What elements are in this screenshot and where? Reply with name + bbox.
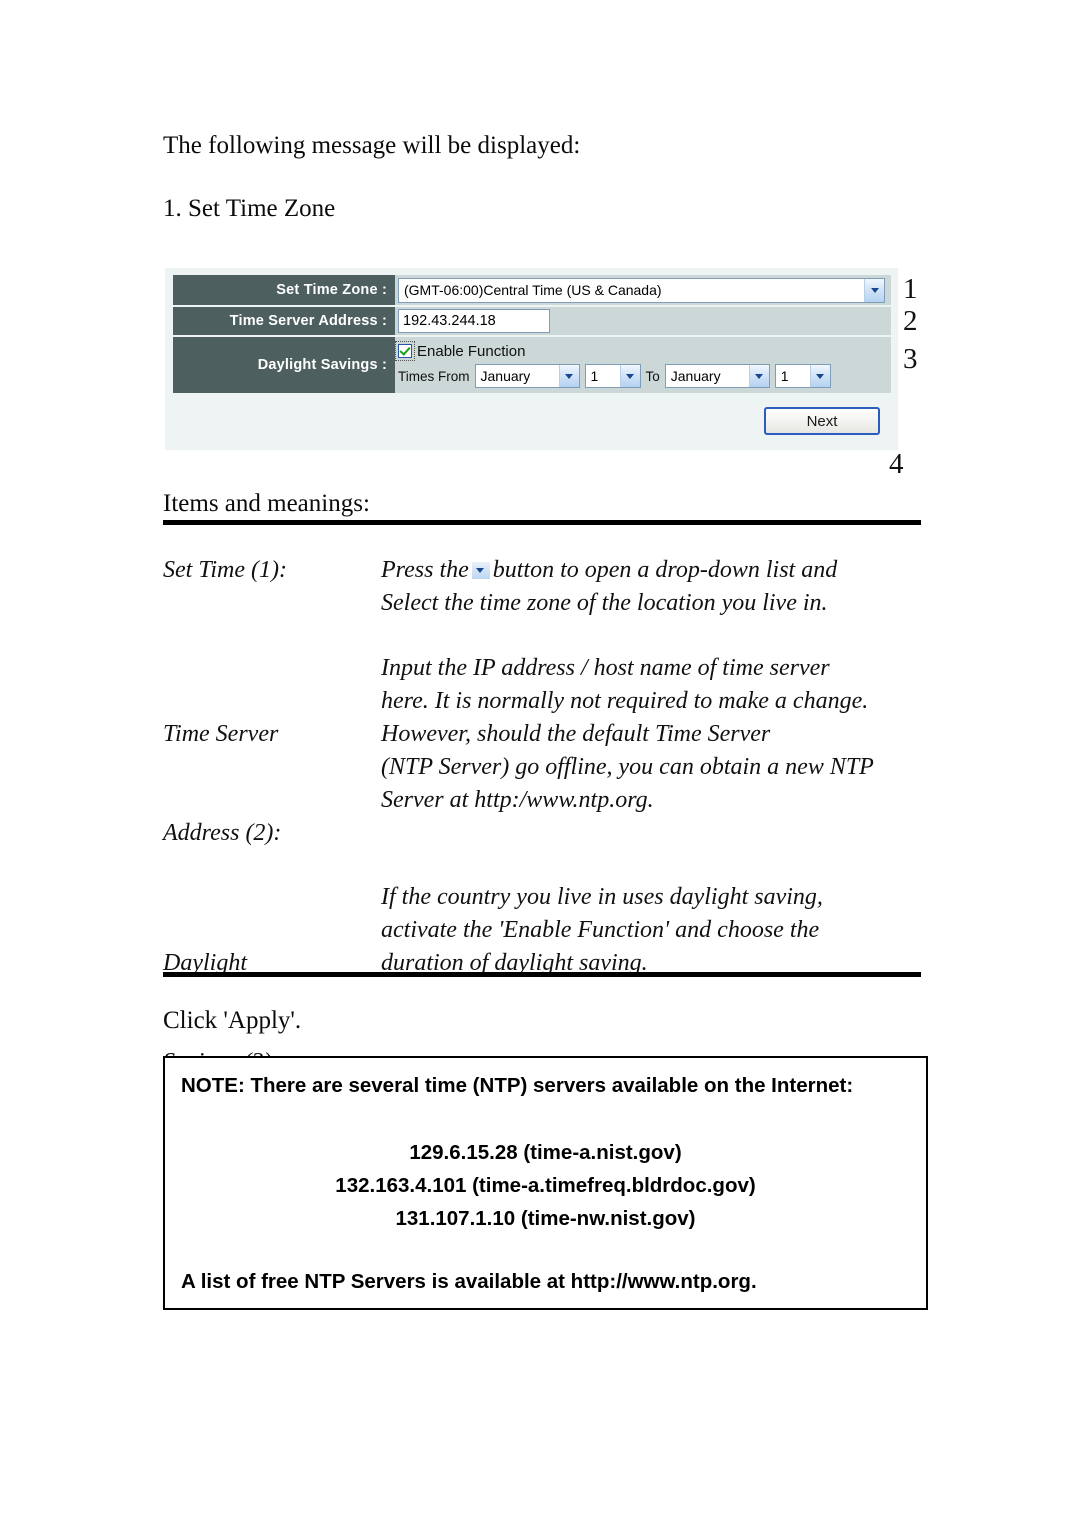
document-page: The following message will be displayed:… <box>163 0 938 1527</box>
timezone-select[interactable]: (GMT-06:00)Central Time (US & Canada) <box>398 277 885 303</box>
definition-set-time: Set Time (1): Press the button to open a … <box>163 554 921 620</box>
definition-body-line: Press the button to open a drop-down list… <box>381 554 921 587</box>
definition-body-line: Input the IP address / host name of time… <box>381 655 830 681</box>
label-set-time-zone: Set Time Zone : <box>173 275 395 305</box>
timezone-select-value: (GMT-06:00)Central Time (US & Canada) <box>404 282 662 298</box>
click-apply-text: Click 'Apply'. <box>163 1007 302 1034</box>
from-month-select[interactable]: January <box>474 364 580 388</box>
form-row-time-server-address: Time Server Address : 192.43.244.18 <box>173 307 891 335</box>
definition-body-line: activate the 'Enable Function' and choos… <box>381 917 820 943</box>
label-time-server-address: Time Server Address : <box>173 307 395 335</box>
from-day-select[interactable]: 1 <box>584 364 641 388</box>
divider-bottom <box>163 972 921 977</box>
daylight-range-row: Times From January 1 To January 1 <box>398 363 831 389</box>
chevron-down-icon[interactable] <box>558 365 579 387</box>
value-daylight-savings: Enable Function Times From January 1 To <box>395 337 891 393</box>
callout-marker-1: 1 <box>903 273 918 305</box>
form-row-set-time-zone: Set Time Zone : (GMT-06:00)Central Time … <box>173 275 891 305</box>
definition-term: Set Time (1): <box>163 557 287 583</box>
to-label: To <box>645 368 660 384</box>
next-button[interactable]: Next <box>764 407 880 435</box>
definition-body-line: Select the time zone of the location you… <box>381 590 828 616</box>
note-server-list: 129.6.15.28 (time-a.nist.gov) 132.163.4.… <box>165 1136 926 1235</box>
config-form: Set Time Zone : (GMT-06:00)Central Time … <box>173 275 891 395</box>
chevron-down-icon[interactable] <box>864 278 884 302</box>
callout-marker-4: 4 <box>889 448 904 480</box>
definition-body-line: If the country you live in uses daylight… <box>381 884 823 910</box>
time-zone-config-panel: Set Time Zone : (GMT-06:00)Central Time … <box>165 268 898 450</box>
enable-function-label: Enable Function <box>417 342 526 360</box>
callout-marker-2: 2 <box>903 305 918 337</box>
chevron-down-icon[interactable] <box>748 365 769 387</box>
chevron-down-icon <box>471 562 490 579</box>
to-day-select[interactable]: 1 <box>774 364 831 388</box>
enable-function-row: Enable Function <box>395 340 526 362</box>
definition-body: Input the IP address / host name of time… <box>381 652 921 916</box>
items-and-meanings-heading: Items and meanings: <box>163 490 370 517</box>
definition-body-line: Server at http:/www.ntp.org. <box>381 787 654 813</box>
form-row-daylight-savings: Daylight Savings : Enable Function Times… <box>173 337 891 393</box>
next-button-container: Next <box>764 407 880 435</box>
note-server-item: 131.107.1.10 (time-nw.nist.gov) <box>395 1207 696 1230</box>
definition-body-line: (NTP Server) go offline, you can obtain … <box>381 754 874 780</box>
definition-term: Time Server Address (2): <box>163 652 381 916</box>
note-box: NOTE: There are several time (NTP) serve… <box>163 1056 928 1310</box>
note-title: NOTE: There are several time (NTP) serve… <box>181 1074 854 1097</box>
to-month-select[interactable]: January <box>664 364 770 388</box>
note-footer: A list of free NTP Servers is available … <box>181 1270 757 1293</box>
button-to-open-text: button to open a drop-down list and <box>492 557 838 583</box>
to-day-value: 1 <box>780 368 789 384</box>
definition-term-line: Time Server <box>163 721 279 747</box>
definition-term-line: Address (2): <box>163 820 282 846</box>
chevron-down-icon[interactable] <box>619 365 640 387</box>
value-time-server-address: 192.43.244.18 <box>395 307 891 335</box>
to-month-value: January <box>670 368 721 384</box>
intro-text: The following message will be displayed: <box>163 132 581 159</box>
from-month-value: January <box>480 368 531 384</box>
from-day-value: 1 <box>590 368 599 384</box>
callout-marker-3: 3 <box>903 343 918 375</box>
step-title: 1. Set Time Zone <box>163 195 336 222</box>
note-server-item: 132.163.4.101 (time-a.timefreq.bldrdoc.g… <box>335 1174 756 1197</box>
definition-body: Press the button to open a drop-down list… <box>381 554 921 620</box>
value-set-time-zone: (GMT-06:00)Central Time (US & Canada) <box>395 275 891 305</box>
divider-top <box>163 520 921 525</box>
chevron-down-icon[interactable] <box>809 365 830 387</box>
definition-body-line: However, should the default Time Server <box>381 721 771 747</box>
label-daylight-savings: Daylight Savings : <box>173 337 395 393</box>
enable-function-checkbox[interactable] <box>395 341 415 361</box>
definition-time-server-address: Time Server Address (2): Input the IP ad… <box>163 652 921 916</box>
times-from-label: Times From <box>398 368 470 384</box>
definition-body-line: here. It is normally not required to mak… <box>381 688 869 714</box>
press-the-text: Press the <box>381 557 469 583</box>
time-server-address-input[interactable]: 192.43.244.18 <box>398 309 550 333</box>
note-server-item: 129.6.15.28 (time-a.nist.gov) <box>409 1141 682 1164</box>
